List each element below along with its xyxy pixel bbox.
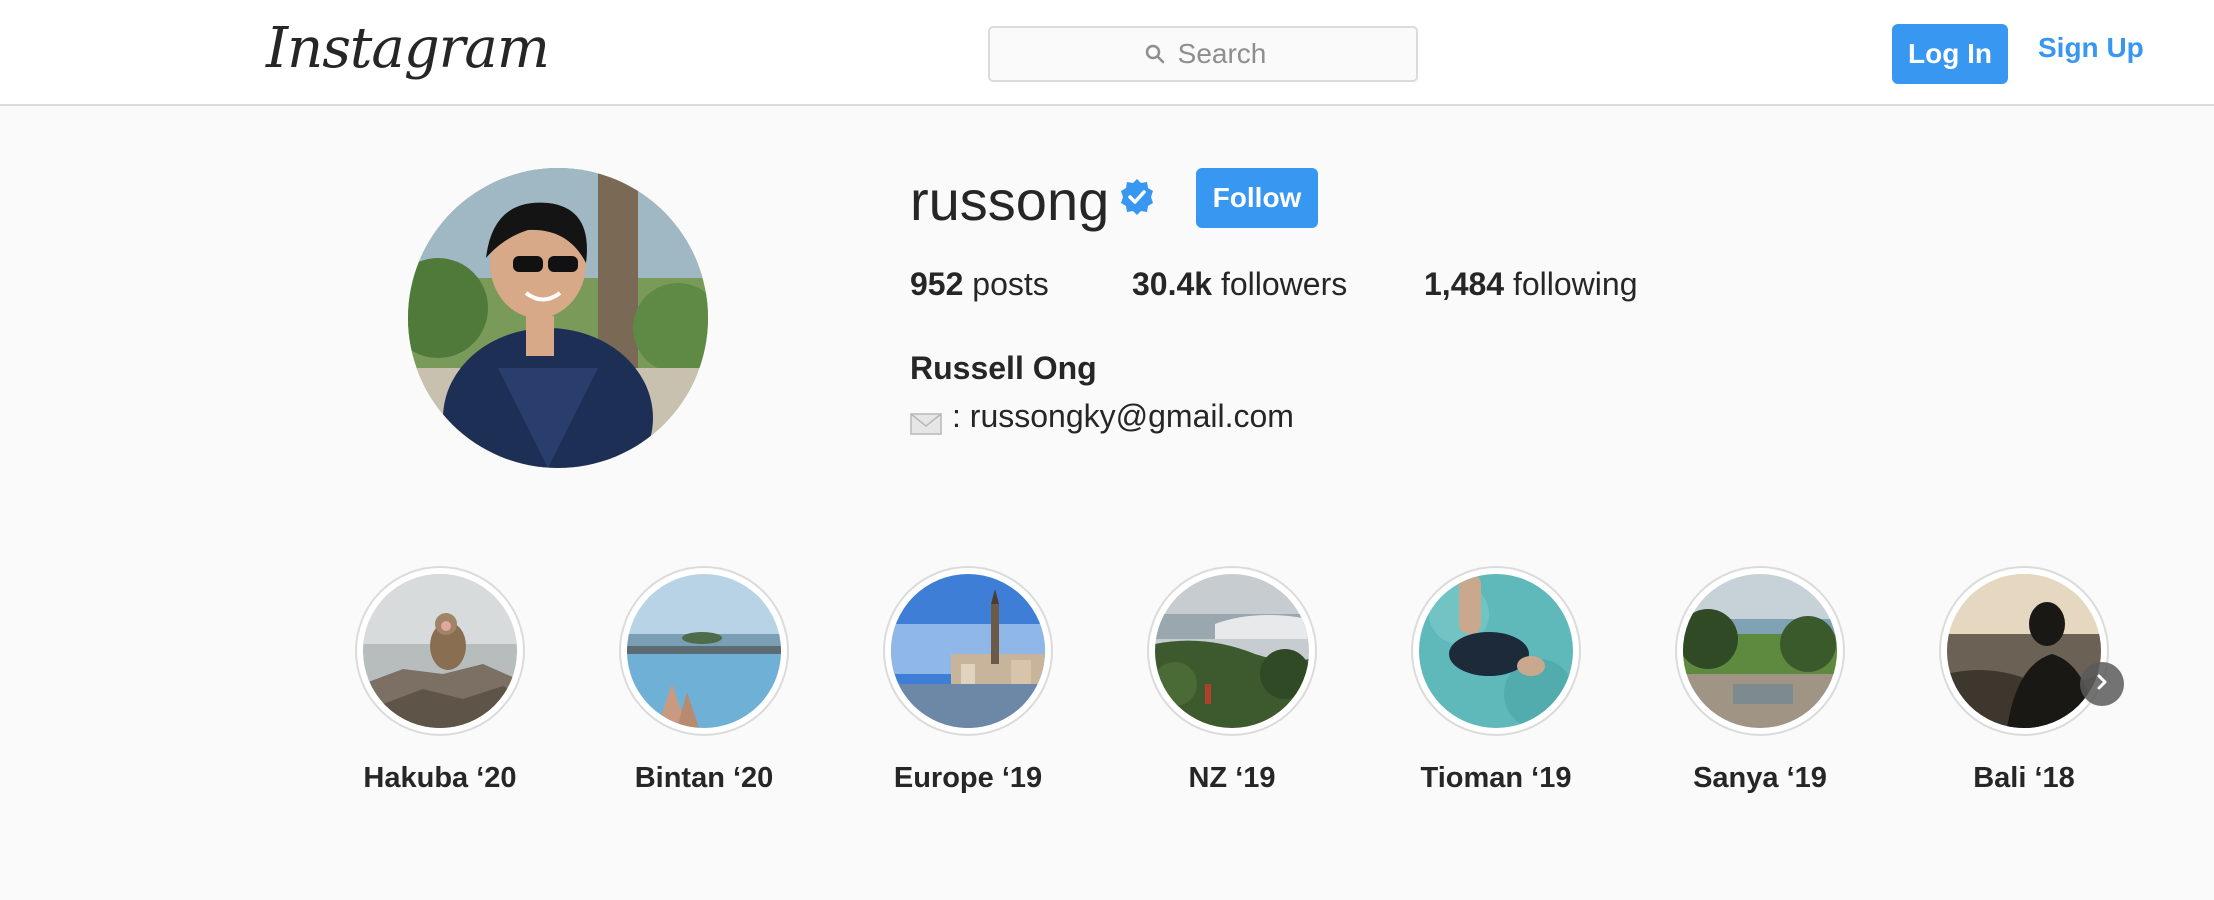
followers-value: 30.4k (1132, 266, 1213, 302)
highlight-ring (1675, 566, 1845, 736)
highlight-label: NZ ‘19 (1188, 762, 1276, 794)
highlight-cover-image (1419, 574, 1573, 728)
instagram-logo[interactable]: Instagram (266, 16, 550, 81)
search-icon (1140, 39, 1170, 69)
search-input[interactable]: Search (988, 26, 1418, 82)
top-navigation-bar: Instagram Search Log In Sign Up (0, 0, 2214, 106)
highlight-ring (355, 566, 525, 736)
story-highlight[interactable]: Hakuba ‘20 (355, 566, 525, 795)
log-in-button[interactable]: Log In (1892, 24, 2008, 84)
verified-badge-icon (1118, 178, 1156, 216)
highlight-cover-image (1683, 574, 1837, 728)
following-value: 1,484 (1424, 266, 1505, 302)
highlight-label: Bali ‘18 (1973, 762, 2075, 794)
highlight-label: Europe ‘19 (893, 762, 1043, 794)
highlight-label: Hakuba ‘20 (363, 762, 517, 794)
highlight-cover-image (1947, 574, 2101, 728)
highlight-cover-image (627, 574, 781, 728)
posts-count: 952 posts (910, 266, 1049, 303)
highlight-cover-image (891, 574, 1045, 728)
highlight-label: Sanya ‘19 (1693, 762, 1827, 794)
followers-count[interactable]: 30.4k followers (1132, 266, 1347, 303)
profile-username: russong (910, 169, 1110, 232)
chevron-right-icon (2092, 672, 2112, 697)
highlight-ring (1147, 566, 1317, 736)
follow-button[interactable]: Follow (1196, 168, 1318, 228)
posts-value: 952 (910, 266, 964, 302)
sign-up-link[interactable]: Sign Up (2038, 32, 2144, 64)
highlight-cover-image (1155, 574, 1309, 728)
posts-label: posts (972, 266, 1049, 302)
highlight-ring (1411, 566, 1581, 736)
story-highlight[interactable]: NZ ‘19 (1147, 566, 1317, 795)
highlights-next-button[interactable] (2080, 662, 2124, 706)
envelope-icon (910, 406, 942, 435)
bio-email-text: : russongky@gmail.com (952, 398, 1294, 434)
highlight-ring (619, 566, 789, 736)
following-count[interactable]: 1,484 following (1424, 266, 1637, 303)
story-highlight[interactable]: Bintan ‘20 (619, 566, 789, 795)
highlight-label: Bintan ‘20 (634, 762, 774, 794)
following-label: following (1512, 266, 1638, 302)
highlight-label: Tioman ‘19 (1420, 762, 1572, 794)
highlight-ring (883, 566, 1053, 736)
search-placeholder: Search (1177, 38, 1267, 69)
story-highlight[interactable]: Europe ‘19 (883, 566, 1053, 795)
story-highlight[interactable]: Sanya ‘19 (1675, 566, 1845, 795)
followers-label: followers (1220, 266, 1348, 302)
bio-email: : russongky@gmail.com (910, 398, 1294, 435)
profile-full-name: Russell Ong (910, 350, 1097, 386)
highlight-ring (1939, 566, 2109, 736)
profile-avatar[interactable] (408, 168, 708, 468)
highlight-cover-image (363, 574, 517, 728)
story-highlight[interactable]: Tioman ‘19 (1411, 566, 1581, 795)
